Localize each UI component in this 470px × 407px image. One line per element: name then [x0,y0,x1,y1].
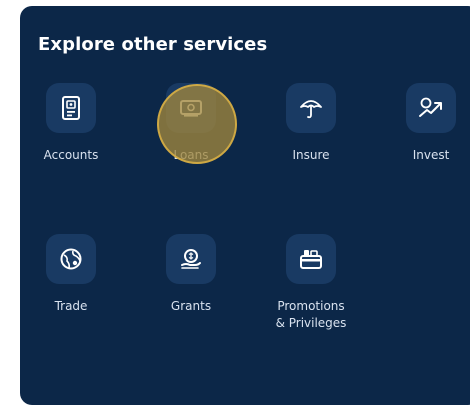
promotions-icon-box [286,234,336,284]
service-tile-grants[interactable]: Grants [146,234,236,315]
service-tile-insure[interactable]: Insure [266,83,356,164]
invest-growth-icon [418,97,444,119]
service-label-accounts: Accounts [43,148,99,162]
loans-icon-box [166,83,216,133]
explore-services-panel: Explore other services Accounts Loans In… [20,6,470,405]
service-tile-invest[interactable]: Invest [386,83,470,164]
service-label-loans: Loans [173,148,209,162]
card-gift-icon [299,248,323,270]
accounts-icon-box [46,83,96,133]
service-label-grants: Grants [170,299,212,313]
globe-trade-icon [59,247,83,271]
service-tile-trade[interactable]: Trade [26,234,116,315]
umbrella-icon [299,97,323,119]
section-title: Explore other services [38,34,268,55]
coin-hand-icon [179,247,203,271]
trade-icon-box [46,234,96,284]
service-tile-loans[interactable]: Loans [146,83,236,164]
account-book-icon [61,96,81,120]
cash-note-icon [180,99,202,117]
service-label-promotions-line1: Promotions [277,299,345,313]
invest-icon-box [406,83,456,133]
service-tile-accounts[interactable]: Accounts [26,83,116,164]
service-label-promotions: Promotions & Privileges [266,298,356,332]
service-label-promotions-line2: & Privileges [275,316,347,330]
insure-icon-box [286,83,336,133]
service-label-trade: Trade [54,299,88,313]
grants-icon-box [166,234,216,284]
service-label-invest: Invest [412,148,450,162]
service-label-insure: Insure [292,148,330,162]
service-tile-promotions[interactable]: Promotions & Privileges [266,234,356,332]
